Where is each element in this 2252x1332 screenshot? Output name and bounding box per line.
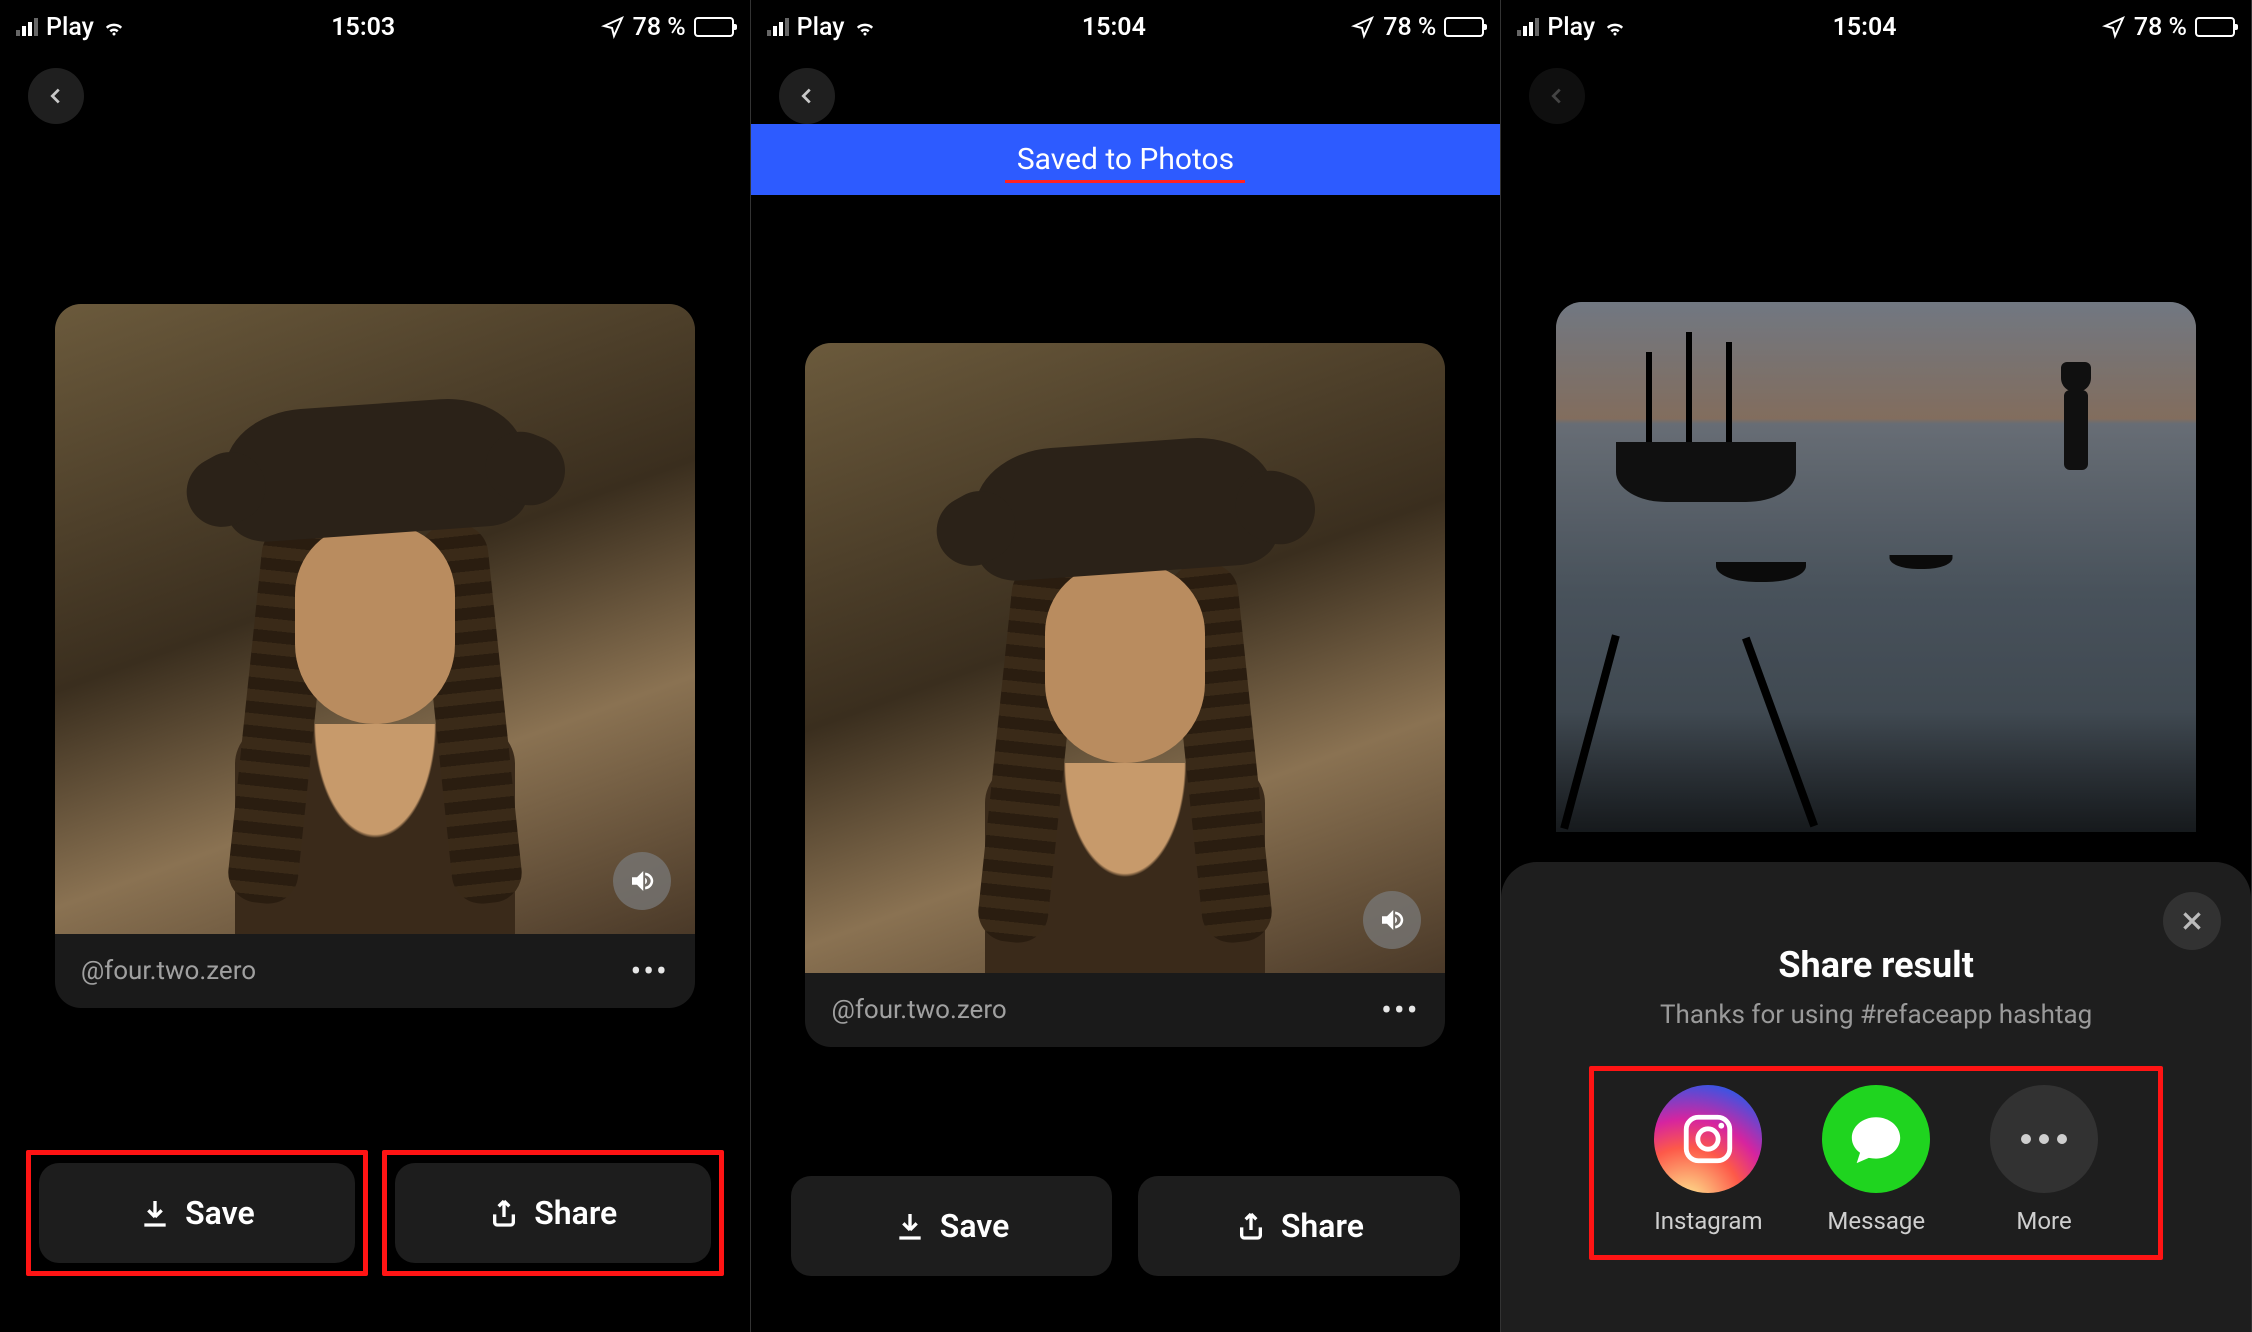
back-button[interactable]	[28, 68, 84, 124]
battery-pct: 78 %	[633, 13, 686, 42]
carrier-label: Play	[46, 13, 94, 42]
location-icon	[1351, 15, 1375, 39]
chevron-left-icon	[45, 85, 67, 107]
message-icon	[1822, 1085, 1930, 1193]
share-targets: Instagram Message More	[1624, 1085, 2128, 1235]
carrier-label: Play	[797, 13, 845, 42]
share-instagram-label: Instagram	[1654, 1207, 1762, 1235]
carrier-label: Play	[1547, 13, 1595, 42]
annotation-underline	[1005, 180, 1245, 183]
back-button[interactable]	[1529, 68, 1585, 124]
status-bar: Play 15:04 78 %	[751, 0, 1501, 48]
cellular-icon	[767, 18, 789, 36]
share-label: Share	[534, 1194, 617, 1232]
result-video[interactable]	[805, 343, 1445, 973]
mute-button[interactable]	[1363, 891, 1421, 949]
sheet-subtitle: Thanks for using #refaceapp hashtag	[1529, 1000, 2223, 1030]
action-bar: Save Share	[0, 1150, 750, 1276]
location-icon	[2102, 15, 2126, 39]
battery-pct: 78 %	[2134, 13, 2187, 42]
sheet-title: Share result	[1529, 944, 2223, 986]
status-bar: Play 15:04 78 %	[1501, 0, 2251, 48]
wifi-icon	[853, 15, 877, 39]
highlight-share-row: Instagram Message More	[1589, 1066, 2163, 1260]
battery-pct: 78 %	[1383, 13, 1436, 42]
author-handle[interactable]: @four.two.zero	[81, 956, 256, 986]
media-card: @four.two.zero •••	[805, 343, 1445, 1047]
battery-icon	[2195, 17, 2235, 37]
save-button[interactable]: Save	[39, 1163, 355, 1263]
cellular-icon	[1517, 18, 1539, 36]
battery-icon	[694, 17, 734, 37]
download-icon	[139, 1197, 171, 1229]
share-message-label: Message	[1827, 1207, 1925, 1235]
author-handle[interactable]: @four.two.zero	[831, 995, 1006, 1025]
clock: 15:04	[1833, 13, 1897, 42]
share-more-label: More	[2016, 1207, 2071, 1235]
share-icon	[488, 1197, 520, 1229]
back-button[interactable]	[779, 68, 835, 124]
share-sheet: Share result Thanks for using #refaceapp…	[1501, 862, 2251, 1332]
highlight-save: Save	[26, 1150, 368, 1276]
screen-2: Play 15:04 78 % Saved to Photos	[751, 0, 1502, 1332]
battery-icon	[1444, 17, 1484, 37]
chevron-left-icon	[1546, 85, 1568, 107]
share-instagram[interactable]: Instagram	[1654, 1085, 1762, 1235]
media-card: @four.two.zero •••	[55, 304, 695, 1008]
screen-3: Play 15:04 78 % Share result Thanks for …	[1501, 0, 2252, 1332]
location-icon	[601, 15, 625, 39]
close-icon	[2179, 908, 2205, 934]
download-icon	[894, 1210, 926, 1242]
share-message[interactable]: Message	[1822, 1085, 1930, 1235]
more-options-button[interactable]: •••	[1381, 1002, 1419, 1018]
share-more[interactable]: More	[1990, 1085, 2098, 1235]
more-options-button[interactable]: •••	[630, 963, 668, 979]
saved-banner: Saved to Photos	[751, 124, 1501, 195]
result-video[interactable]	[1556, 302, 2196, 832]
save-label: Save	[940, 1207, 1010, 1245]
share-icon	[1235, 1210, 1267, 1242]
share-label: Share	[1281, 1207, 1364, 1245]
mute-button[interactable]	[613, 852, 671, 910]
instagram-icon	[1654, 1085, 1762, 1193]
clock: 15:03	[331, 13, 395, 42]
share-button[interactable]: Share	[395, 1163, 711, 1263]
share-button[interactable]: Share	[1138, 1176, 1460, 1276]
clock: 15:04	[1082, 13, 1146, 42]
chevron-left-icon	[796, 85, 818, 107]
wifi-icon	[102, 15, 126, 39]
save-button[interactable]: Save	[791, 1176, 1113, 1276]
wifi-icon	[1603, 15, 1627, 39]
highlight-share: Share	[382, 1150, 724, 1276]
result-video[interactable]	[55, 304, 695, 934]
close-button[interactable]	[2163, 892, 2221, 950]
save-label: Save	[185, 1194, 255, 1232]
speaker-icon	[1377, 905, 1407, 935]
speaker-icon	[627, 866, 657, 896]
cellular-icon	[16, 18, 38, 36]
status-bar: Play 15:03 78 %	[0, 0, 750, 48]
action-bar: Save Share	[751, 1176, 1501, 1276]
screen-1: Play 15:03 78 % @four.two.zero •••	[0, 0, 751, 1332]
banner-text: Saved to Photos	[1017, 142, 1234, 177]
more-icon	[1990, 1085, 2098, 1193]
